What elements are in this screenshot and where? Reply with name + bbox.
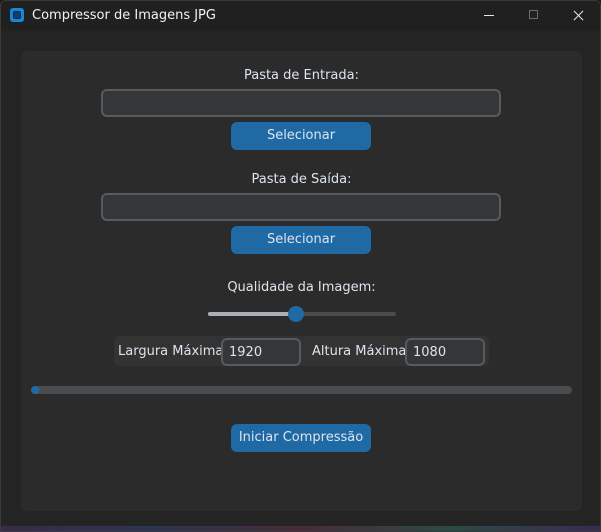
desktop-edge [1, 526, 600, 531]
app-icon [10, 8, 24, 22]
output-folder-field[interactable] [101, 193, 501, 221]
maximize-icon[interactable] [511, 1, 557, 31]
title-bar[interactable]: Compressor de Imagens JPG [1, 1, 600, 31]
input-folder-label: Pasta de Entrada: [243, 68, 360, 83]
input-folder-field[interactable] [101, 89, 501, 117]
max-width-field[interactable] [221, 338, 301, 366]
app-window: Compressor de Imagens JPG Pasta de Entra… [0, 0, 601, 532]
progress-bar [31, 386, 572, 394]
main-panel: Pasta de Entrada: Selecionar Pasta de Sa… [21, 51, 582, 511]
max-width-label: Largura Máxima: [118, 344, 228, 359]
quality-slider-fill [208, 312, 297, 316]
max-height-field[interactable] [405, 338, 485, 366]
start-compression-button[interactable]: Iniciar Compressão [231, 424, 371, 452]
output-folder-label: Pasta de Saída: [251, 172, 352, 187]
close-icon[interactable] [555, 1, 600, 31]
quality-slider-handle[interactable] [288, 306, 305, 322]
quality-label: Qualidade da Imagem: [227, 280, 376, 295]
progress-bar-fill [31, 386, 40, 394]
select-input-folder-button[interactable]: Selecionar [231, 122, 371, 150]
minimize-icon[interactable] [465, 1, 511, 31]
select-output-folder-button[interactable]: Selecionar [231, 226, 371, 254]
max-height-label: Altura Máxima: [312, 344, 411, 359]
window-title: Compressor de Imagens JPG [32, 8, 216, 23]
